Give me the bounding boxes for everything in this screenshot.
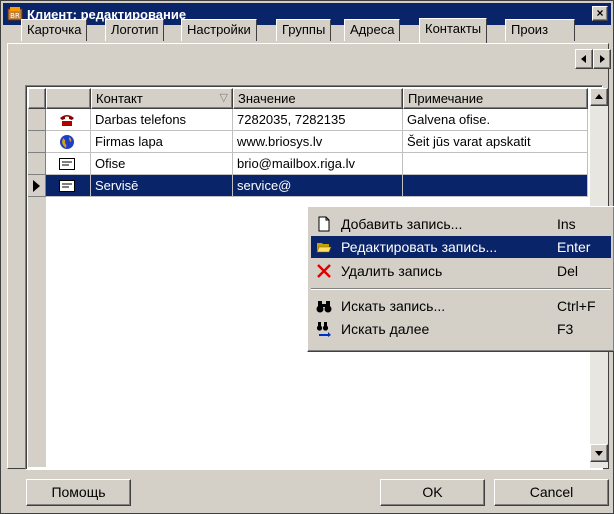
close-button[interactable]: × xyxy=(592,6,608,21)
header-icon-cell xyxy=(46,88,91,109)
menu-item-shortcut: Ctrl+F xyxy=(557,298,596,314)
open-folder-icon xyxy=(316,243,332,253)
header-note[interactable]: Примечание xyxy=(403,88,588,109)
tab-logo[interactable]: Логотип xyxy=(105,19,165,41)
sort-indicator-icon: ▽ xyxy=(219,92,228,104)
mail-icon xyxy=(59,158,75,170)
menu-item-label: Редактировать запись... xyxy=(341,239,498,255)
header-contact-label: Контакт xyxy=(96,91,143,106)
tab-contacts[interactable]: Контакты xyxy=(419,18,488,43)
tab-production[interactable]: Произ xyxy=(505,19,575,41)
cancel-button[interactable]: Cancel xyxy=(494,479,609,506)
menu-item-add-record[interactable]: Добавить запись... Ins xyxy=(311,213,611,235)
tab-label: Настройки xyxy=(187,22,251,37)
arrow-up-icon xyxy=(595,94,603,99)
value-cell: www.briosys.lv xyxy=(233,131,403,153)
binoculars-next-icon xyxy=(316,322,331,337)
contact-cell: Darbas telefons xyxy=(91,109,233,131)
menu-item-label: Добавить запись... xyxy=(341,216,463,232)
value-cell: brio@mailbox.riga.lv xyxy=(233,153,403,175)
contact-cell: Firmas lapa xyxy=(91,131,233,153)
menu-item-find-record[interactable]: Искать запись... Ctrl+F xyxy=(311,295,611,317)
tab-label: Контакты xyxy=(425,21,482,36)
tab-label: Карточка xyxy=(27,22,82,37)
menu-item-label: Искать запись... xyxy=(341,298,446,314)
menu-item-shortcut: Enter xyxy=(557,239,591,255)
current-row-arrow-icon xyxy=(33,180,40,192)
row-icon-cell xyxy=(46,109,91,131)
globe-icon xyxy=(60,135,74,149)
table-row-selected[interactable]: Servisē service@ xyxy=(28,175,588,197)
mail-icon xyxy=(59,180,75,192)
menu-item-label: Искать далее xyxy=(341,321,430,337)
header-value[interactable]: Значение xyxy=(233,88,403,109)
menu-item-edit-record[interactable]: Редактировать запись... Enter xyxy=(311,236,611,258)
row-indicator xyxy=(28,175,46,197)
menu-item-shortcut: Del xyxy=(557,263,579,279)
scroll-up-button[interactable] xyxy=(590,88,608,106)
tab-scroll-buttons xyxy=(575,49,611,69)
header-note-label: Примечание xyxy=(408,91,484,106)
new-document-icon xyxy=(318,216,330,232)
note-cell: Galvena ofise. xyxy=(403,109,588,131)
tab-label: Адреса xyxy=(350,22,395,37)
contact-cell: Servisē xyxy=(91,175,233,197)
tab-addresses[interactable]: Адреса xyxy=(344,19,401,41)
tab-groups[interactable]: Группы xyxy=(276,19,332,41)
note-cell xyxy=(403,175,588,197)
menu-item-shortcut: Ins xyxy=(557,216,576,232)
value-cell: 7282035, 7282135 xyxy=(233,109,403,131)
note-cell xyxy=(403,153,588,175)
close-icon: × xyxy=(596,6,604,20)
header-indicator-cell xyxy=(28,88,46,109)
contact-cell: Ofise xyxy=(91,153,233,175)
note-cell: Šeit jūs varat apskatit xyxy=(403,131,588,153)
help-button[interactable]: Помощь xyxy=(26,479,131,506)
row-indicator xyxy=(28,153,46,175)
phone-icon xyxy=(60,115,74,126)
arrow-left-icon xyxy=(581,55,586,63)
arrow-right-icon xyxy=(600,55,605,63)
table-row[interactable]: Firmas lapa www.briosys.lv Šeit jūs vara… xyxy=(28,131,588,153)
svg-text:BR: BR xyxy=(10,12,20,20)
row-icon-cell xyxy=(46,131,91,153)
ok-button-label: OK xyxy=(422,484,443,500)
grid-header: Контакт ▽ Значение Примечание xyxy=(28,88,588,109)
menu-item-find-next[interactable]: Искать далее F3 xyxy=(311,318,611,340)
delete-x-icon xyxy=(317,264,331,278)
context-menu: Добавить запись... Ins Редактировать зап… xyxy=(307,206,614,352)
menu-item-shortcut: F3 xyxy=(557,321,574,337)
edit-client-dialog: BR Клиент: редактирование × Карточка Лог… xyxy=(0,0,614,514)
binoculars-icon xyxy=(316,301,332,313)
tab-scroll-right-button[interactable] xyxy=(593,49,611,69)
cancel-button-label: Cancel xyxy=(529,484,574,500)
scroll-down-button[interactable] xyxy=(590,444,608,462)
arrow-down-icon xyxy=(595,451,603,456)
help-button-label: Помощь xyxy=(51,484,106,500)
menu-item-delete-record[interactable]: Удалить запись Del xyxy=(311,260,611,282)
tab-scroll-left-button[interactable] xyxy=(575,49,593,69)
row-icon-cell xyxy=(46,153,91,175)
value-cell: service@ xyxy=(233,175,403,197)
tab-settings[interactable]: Настройки xyxy=(181,19,257,41)
tab-card[interactable]: Карточка xyxy=(21,19,88,41)
table-row[interactable]: Ofise brio@mailbox.riga.lv xyxy=(28,153,588,175)
menu-item-label: Удалить запись xyxy=(341,263,443,279)
menu-separator xyxy=(311,288,611,290)
ok-button[interactable]: OK xyxy=(380,479,485,506)
header-value-label: Значение xyxy=(238,91,296,106)
tab-label: Логотип xyxy=(111,22,159,37)
table-row[interactable]: Darbas telefons 7282035, 7282135 Galvena… xyxy=(28,109,588,131)
row-indicator xyxy=(28,109,46,131)
header-contact[interactable]: Контакт ▽ xyxy=(91,88,233,109)
row-icon-cell xyxy=(46,175,91,197)
tab-label: Произ xyxy=(511,22,549,37)
tab-label: Группы xyxy=(282,22,326,37)
row-indicator xyxy=(28,131,46,153)
